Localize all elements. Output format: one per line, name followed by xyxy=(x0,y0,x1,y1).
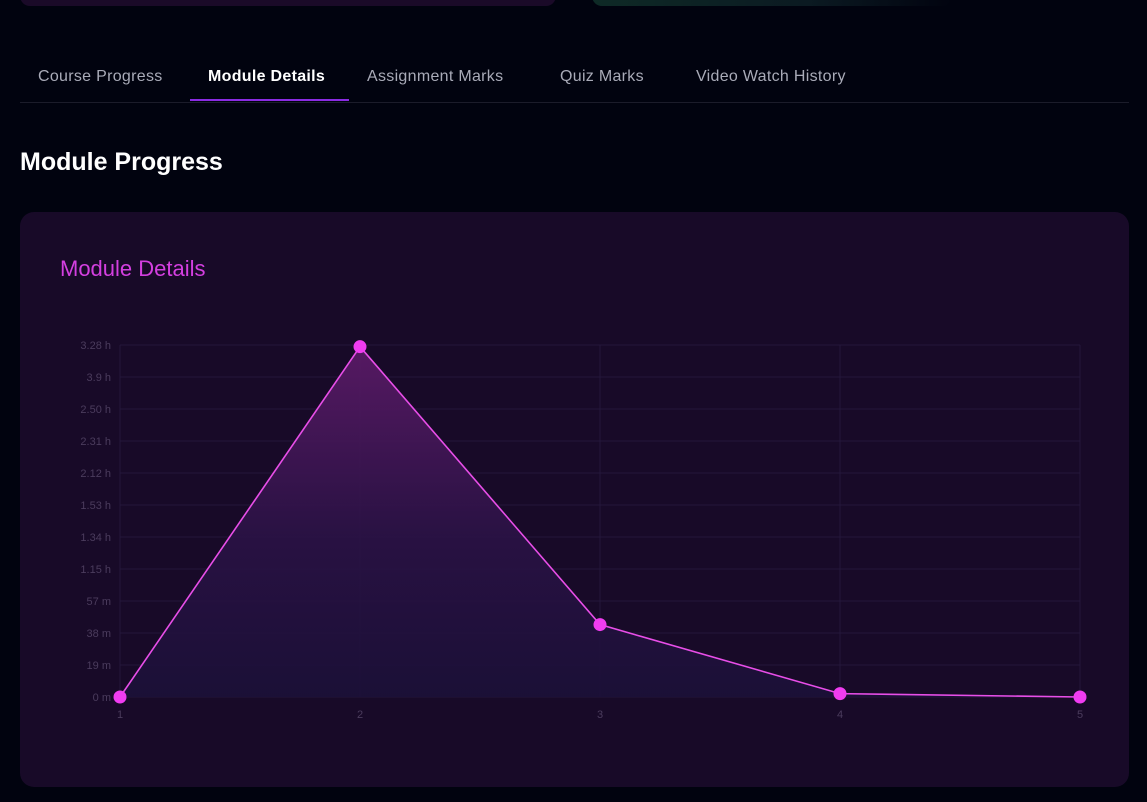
x-tick-label: 1 xyxy=(117,709,123,721)
data-point-5[interactable] xyxy=(1073,690,1087,704)
tab-module-details[interactable]: Module Details xyxy=(208,52,325,101)
y-tick-label: 0 m xyxy=(93,692,111,704)
y-tick-label: 2.12 h xyxy=(80,468,111,480)
y-tick-label: 2.50 h xyxy=(80,404,111,416)
y-tick-label: 57 m xyxy=(87,596,111,608)
data-point-2[interactable] xyxy=(353,340,367,354)
top-card-right xyxy=(592,0,952,6)
x-tick-label: 5 xyxy=(1077,709,1083,721)
data-point-1[interactable] xyxy=(113,690,127,704)
y-tick-label: 38 m xyxy=(87,628,111,640)
top-card-left xyxy=(20,0,556,6)
y-axis-labels: 0 m 19 m 38 m 57 m 1.15 h 1.34 h 1.53 h 2.12 h 2… xyxy=(80,340,111,704)
x-axis-labels: 1 2 3 4 5 xyxy=(117,709,1083,721)
module-details-chart: 0 m 19 m 38 m 57 m 1.15 h 1.34 h 1.53 h 2.12 h 2… xyxy=(80,340,1087,721)
x-tick-label: 2 xyxy=(357,709,363,721)
data-point-4[interactable] xyxy=(833,687,847,701)
y-tick-label: 3.9 h xyxy=(87,372,111,384)
y-tick-label: 19 m xyxy=(87,660,111,672)
tab-course-progress[interactable]: Course Progress xyxy=(38,52,163,101)
tab-quiz-marks[interactable]: Quiz Marks xyxy=(560,52,644,101)
tab-bar: Course Progress Module Details Assignmen… xyxy=(20,52,1129,103)
y-tick-label: 3.28 h xyxy=(80,340,111,352)
x-tick-label: 4 xyxy=(837,709,843,721)
x-tick-label: 3 xyxy=(597,709,603,721)
y-tick-label: 1.53 h xyxy=(80,500,111,512)
active-tab-indicator xyxy=(190,99,349,101)
chart-card: Module Details 0 m 19 m 38 m 57 m 1.15 h 1.34… xyxy=(20,212,1129,787)
section-title: Module Progress xyxy=(20,148,223,176)
tab-video-watch-history[interactable]: Video Watch History xyxy=(696,52,846,101)
y-tick-label: 1.34 h xyxy=(80,532,111,544)
data-point-3[interactable] xyxy=(593,618,607,632)
y-tick-label: 1.15 h xyxy=(80,564,111,576)
y-tick-label: 2.31 h xyxy=(80,436,111,448)
tab-assignment-marks[interactable]: Assignment Marks xyxy=(367,52,503,101)
